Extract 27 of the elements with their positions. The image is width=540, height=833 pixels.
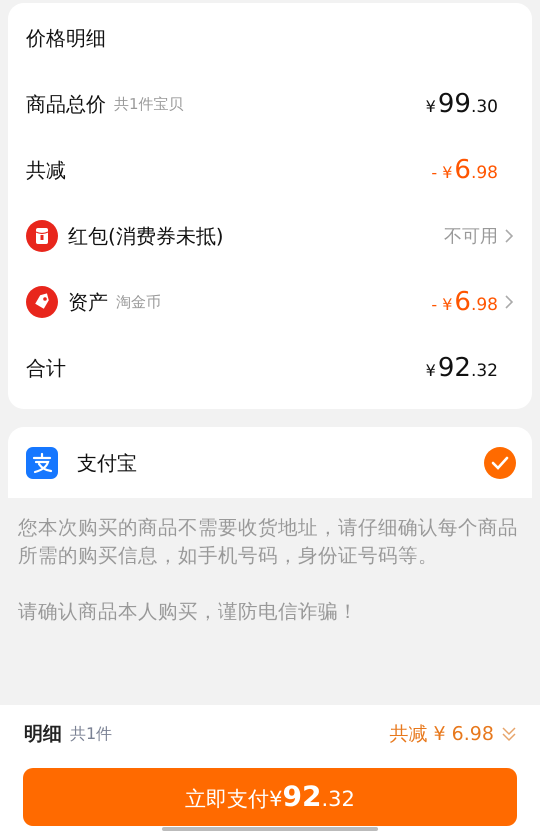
row-label: 资产 [68, 289, 108, 316]
envelope-icon [26, 220, 58, 252]
price-amount: ¥92.32 [426, 352, 498, 384]
status-text: 不可用 [444, 224, 498, 248]
payment-option-card[interactable]: 支付宝 [8, 427, 532, 498]
row-label: 共减 [26, 157, 66, 184]
notice-text: 请确认商品本人购买，谨防电信诈骗！ [18, 599, 359, 625]
checked-radio-icon[interactable] [484, 446, 516, 478]
alipay-logo-icon [26, 446, 58, 478]
discount-total: 共减 ¥ 6.98 [390, 722, 494, 747]
chevron-right-icon[interactable] [504, 228, 514, 244]
price-amount: - ¥6.98 [431, 154, 498, 186]
row-label: 商品总价 [26, 91, 106, 118]
row-note: 淘金币 [116, 292, 161, 313]
tag-icon [26, 286, 58, 318]
section-title: 价格明细 [26, 25, 107, 52]
payment-name: 支付宝 [77, 450, 137, 476]
row-label: 合计 [26, 355, 66, 382]
price-amount: - ¥6.98 [431, 286, 498, 318]
detail-label: 明细 [24, 722, 62, 747]
row-note: 共1件宝贝 [114, 94, 184, 115]
chevron-down-icon[interactable] [500, 725, 518, 743]
item-count: 共1件 [70, 723, 112, 745]
notice-text: 您本次购买的商品不需要收货地址，请仔细确认每个商品所需的购买信息，如手机号码，身份证号码等。 [18, 515, 519, 569]
chevron-right-icon[interactable] [504, 294, 514, 310]
price-amount: ¥99.30 [426, 88, 498, 120]
row-label: 红包(消费券未抵) [68, 223, 224, 250]
